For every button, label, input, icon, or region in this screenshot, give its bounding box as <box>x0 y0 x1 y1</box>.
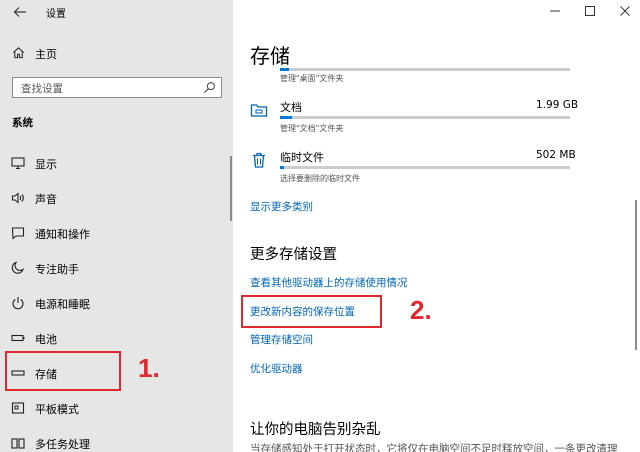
row-size: 502 MB <box>536 149 576 161</box>
notification-icon <box>11 227 25 240</box>
sidebar-item-label: 通知和操作 <box>35 228 90 241</box>
sidebar-item-display[interactable]: 显示 <box>0 148 233 178</box>
sidebar-item-label: 电源和睡眠 <box>35 298 90 311</box>
home-label: 主页 <box>35 48 57 61</box>
sidebar-item-tablet-mode[interactable]: 平板模式 <box>0 393 233 423</box>
sidebar-item-label: 平板模式 <box>35 403 79 416</box>
main-scrollbar[interactable] <box>635 200 637 350</box>
speaker-icon <box>11 192 24 204</box>
page-title: 存储 <box>250 44 290 68</box>
search-input[interactable]: 查找设置 <box>12 77 222 98</box>
cleanup-description: 当存储感知处于打开状态时，它将仅在电脑空间不足时释放空间，一条更改清理 <box>250 443 618 452</box>
search-placeholder: 查找设置 <box>21 83 63 95</box>
annotation-box-1 <box>5 351 121 391</box>
back-arrow-icon <box>13 7 26 17</box>
cleanup-heading: 让你的电脑告别杂乱 <box>250 422 381 438</box>
show-more-categories-link[interactable]: 显示更多类别 <box>250 199 313 214</box>
monitor-icon <box>11 157 25 170</box>
view-other-drives-link[interactable]: 查看其他驱动器上的存储使用情况 <box>250 275 408 290</box>
optimize-drives-link[interactable]: 优化驱动器 <box>250 361 303 376</box>
row-name: 文档 <box>280 101 302 114</box>
documents-usage-bar <box>280 116 570 119</box>
back-button[interactable] <box>12 4 28 20</box>
manage-storage-spaces-link[interactable]: 管理存储空间 <box>250 332 313 347</box>
maximize-icon[interactable] <box>583 4 597 18</box>
power-icon <box>12 297 24 310</box>
annotation-label-1: 1. <box>138 353 160 383</box>
sidebar-item-label: 显示 <box>35 158 57 171</box>
multitask-icon <box>11 438 25 449</box>
temp-usage-fill <box>280 166 285 169</box>
home-nav-item[interactable]: 主页 <box>0 40 233 66</box>
annotation-box-2 <box>241 295 382 328</box>
documents-usage-fill <box>280 116 292 119</box>
trash-icon <box>253 152 265 168</box>
sidebar-item-notifications[interactable]: 通知和操作 <box>0 218 233 248</box>
search-icon <box>203 82 215 94</box>
row-hint: 管理"文档"文件夹 <box>280 124 344 133</box>
desktop-usage-bar <box>280 68 570 71</box>
sidebar-item-label: 多任务处理 <box>35 438 90 451</box>
section-title: 系统 <box>12 117 33 129</box>
sidebar-item-label: 声音 <box>35 193 57 206</box>
sidebar-item-multitasking[interactable]: 多任务处理 <box>0 428 233 452</box>
desktop-hint[interactable]: 管理"桌面"文件夹 <box>280 73 343 84</box>
close-icon[interactable] <box>618 4 632 18</box>
sidebar-item-battery[interactable]: 电池 <box>0 323 233 353</box>
battery-icon <box>11 334 25 342</box>
more-storage-settings-heading: 更多存储设置 <box>250 247 337 263</box>
sidebar-item-power-sleep[interactable]: 电源和睡眠 <box>0 288 233 318</box>
app-title: 设置 <box>46 9 66 20</box>
sidebar-item-label: 电池 <box>35 333 57 346</box>
temp-usage-bar <box>280 166 570 169</box>
sidebar-item-focus-assist[interactable]: 专注助手 <box>0 253 233 283</box>
sidebar-scrollbar[interactable] <box>230 156 232 221</box>
desktop-usage-fill <box>280 68 289 71</box>
annotation-label-2: 2. <box>410 295 432 325</box>
row-size: 1.99 GB <box>536 99 579 111</box>
minimize-icon[interactable] <box>548 4 562 18</box>
sidebar-item-label: 专注助手 <box>35 263 79 276</box>
title-bar: 设置 <box>0 0 233 24</box>
home-icon <box>13 47 24 59</box>
moon-icon <box>11 261 25 274</box>
tablet-icon <box>11 402 25 414</box>
row-hint: 选择要删除的临时文件 <box>280 174 360 183</box>
row-name: 临时文件 <box>280 151 324 164</box>
folder-icon <box>250 104 268 117</box>
sidebar-item-sound[interactable]: 声音 <box>0 183 233 213</box>
